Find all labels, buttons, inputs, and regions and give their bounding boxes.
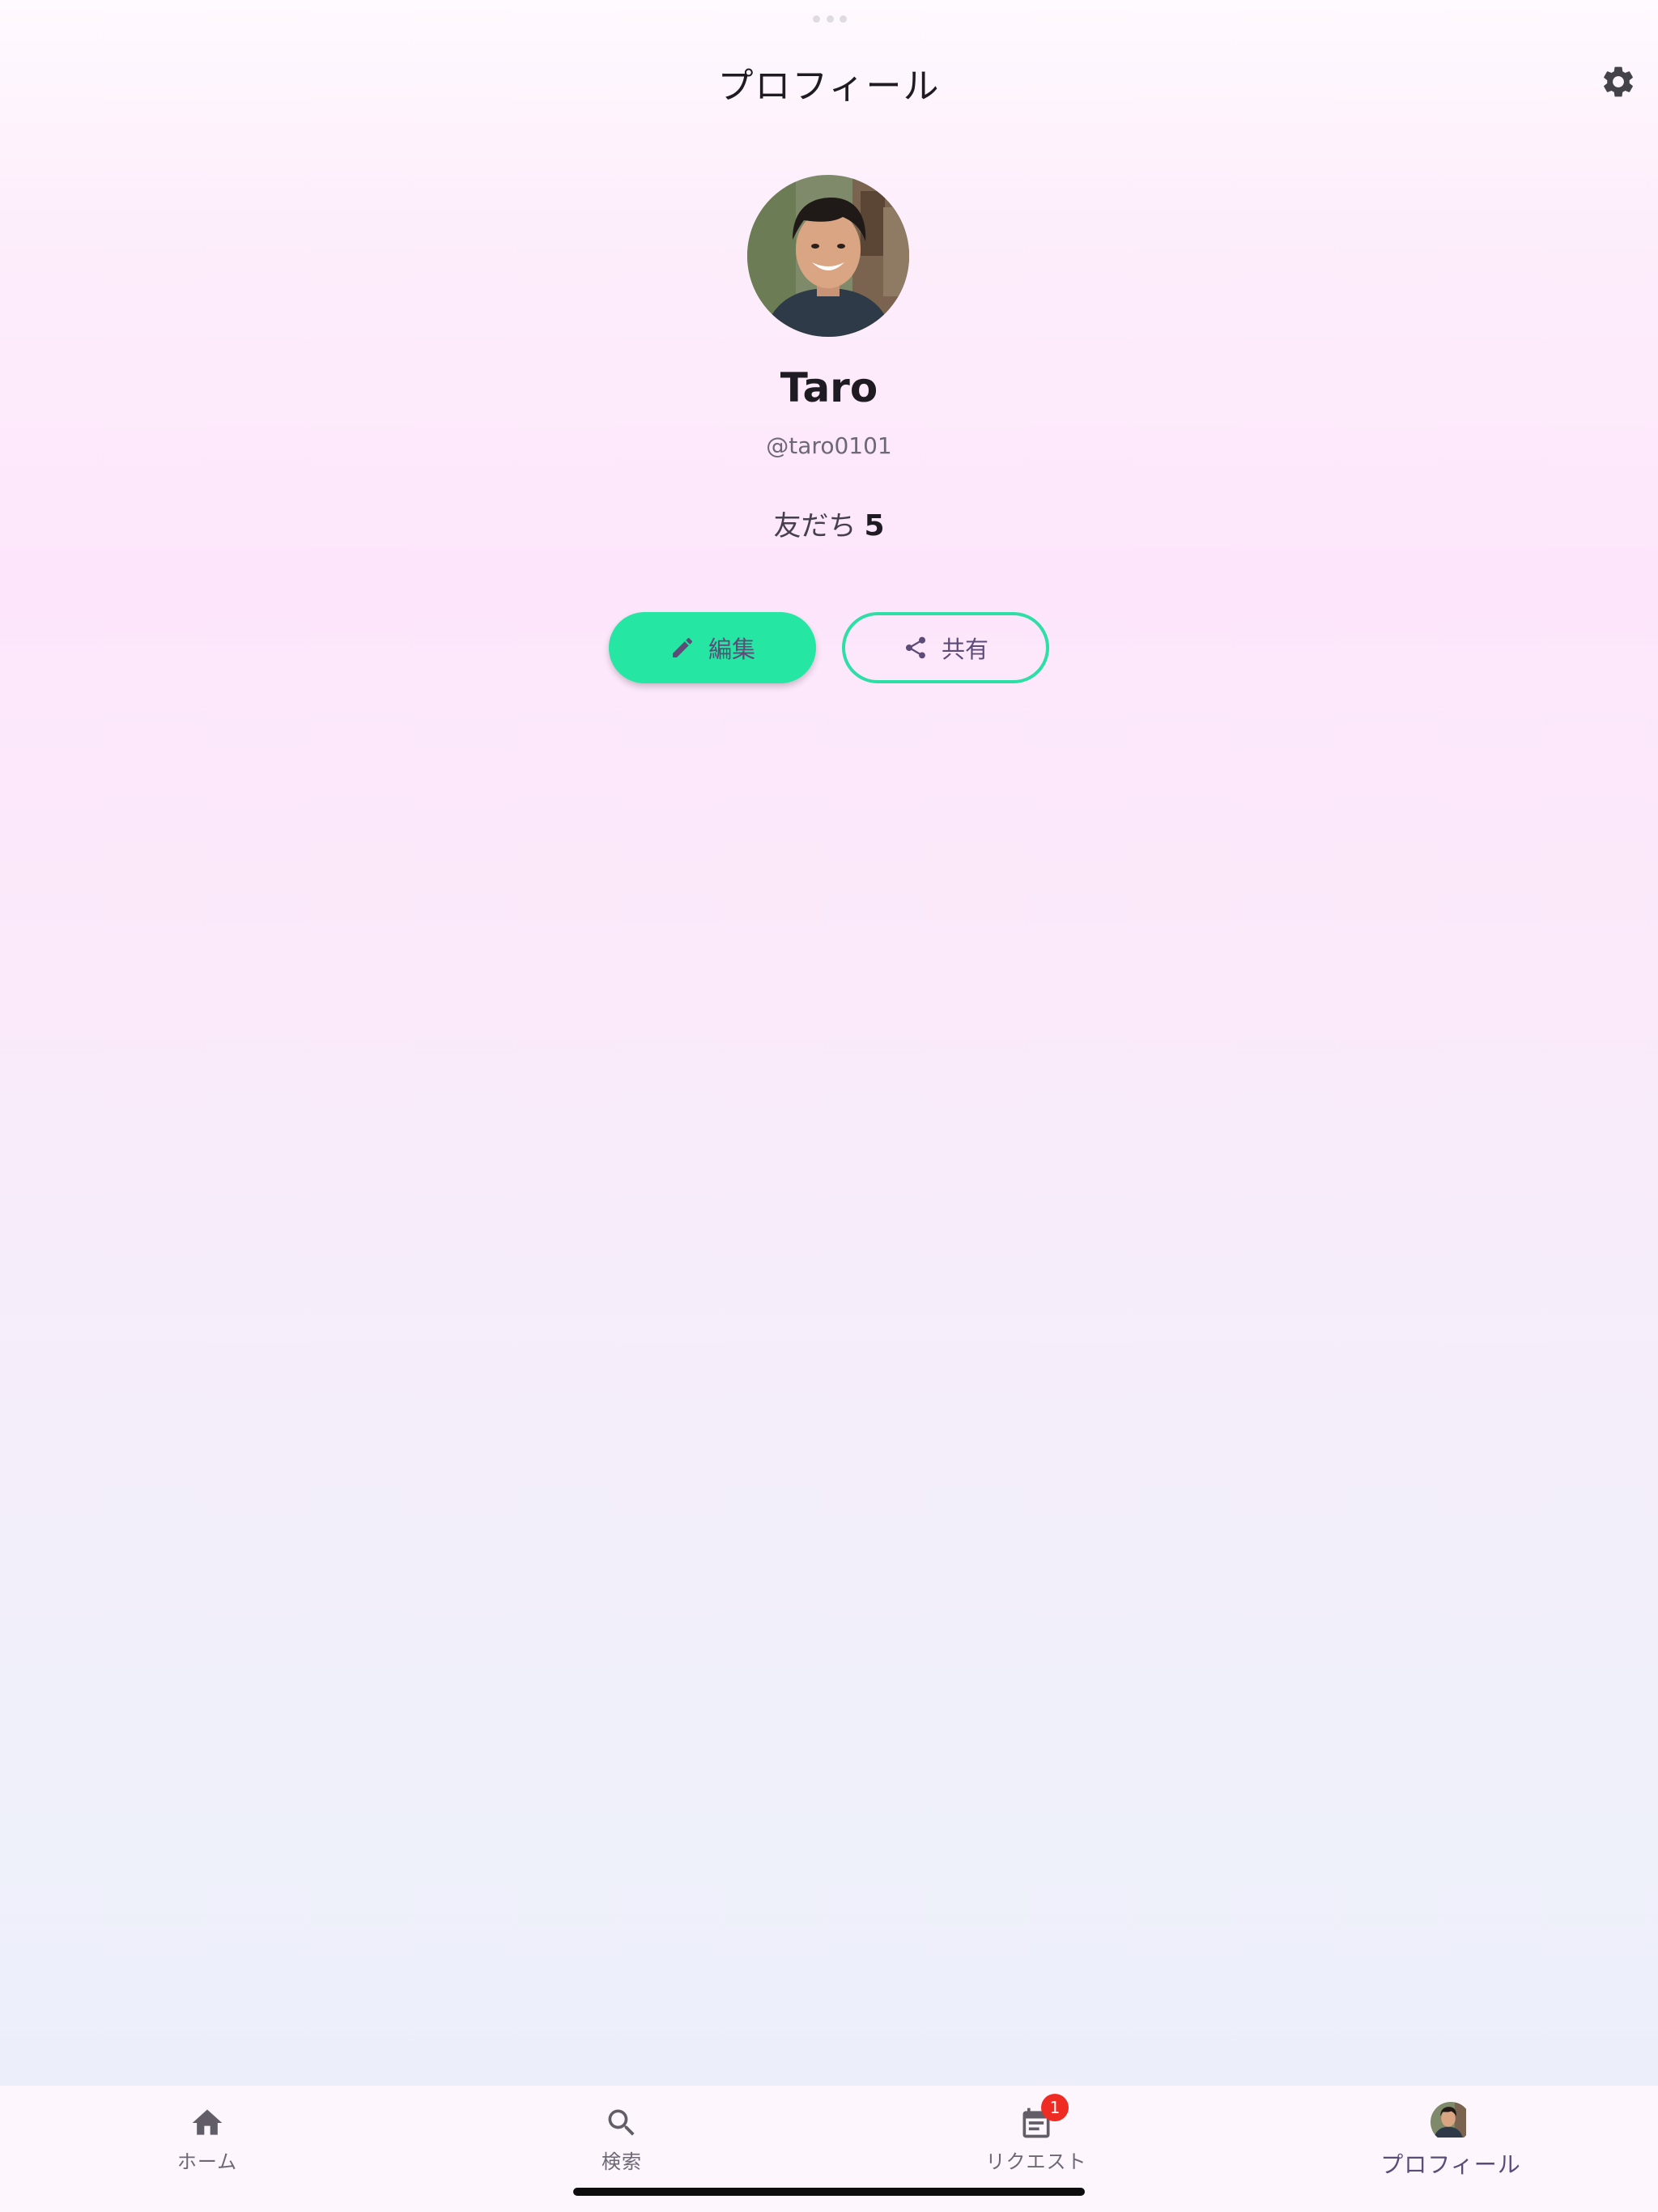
page-title: プロフィール [717, 66, 941, 107]
settings-button[interactable] [1600, 63, 1637, 100]
tab-profile[interactable]: プロフィール [1329, 2095, 1572, 2184]
tab-search[interactable]: 検索 [500, 2095, 743, 2184]
profile-avatar[interactable] [747, 175, 909, 337]
grabber-dot [840, 15, 847, 23]
profile-name: Taro [780, 364, 878, 411]
share-button[interactable]: 共有 [842, 612, 1049, 683]
grabber-dot [813, 15, 820, 23]
avatar [1431, 2102, 1471, 2142]
gear-icon [1604, 66, 1633, 97]
tab-search-label: 検索 [602, 2150, 642, 2173]
tab-home[interactable]: ホーム [86, 2095, 329, 2184]
edit-button[interactable]: 編集 [609, 612, 816, 683]
tab-home-label: ホーム [176, 2150, 238, 2173]
share-icon [905, 636, 925, 659]
calendar-icon: 1 [1018, 2094, 1069, 2141]
grabber-dot [826, 15, 834, 23]
friends-label: 友だち [773, 510, 857, 542]
friends-count-value: 5 [864, 509, 885, 542]
home-icon [189, 2105, 225, 2141]
profile-handle: @taro0101 [766, 432, 892, 459]
request-badge: 1 [1041, 2094, 1069, 2121]
tab-requests-label: リクエスト [985, 2150, 1087, 2173]
avatar-photo [747, 175, 909, 337]
home-indicator [573, 2188, 1085, 2196]
friends-count[interactable]: 友だち 5 [0, 504, 1658, 543]
tab-profile-label: プロフィール [1380, 2151, 1521, 2178]
edit-button-label: 編集 [708, 636, 755, 663]
search-icon [604, 2105, 640, 2141]
tab-requests[interactable]: 1 リクエスト [915, 2094, 1158, 2184]
sheet-grabber[interactable] [813, 15, 847, 23]
share-button-label: 共有 [941, 636, 988, 663]
pencil-icon [672, 637, 692, 657]
